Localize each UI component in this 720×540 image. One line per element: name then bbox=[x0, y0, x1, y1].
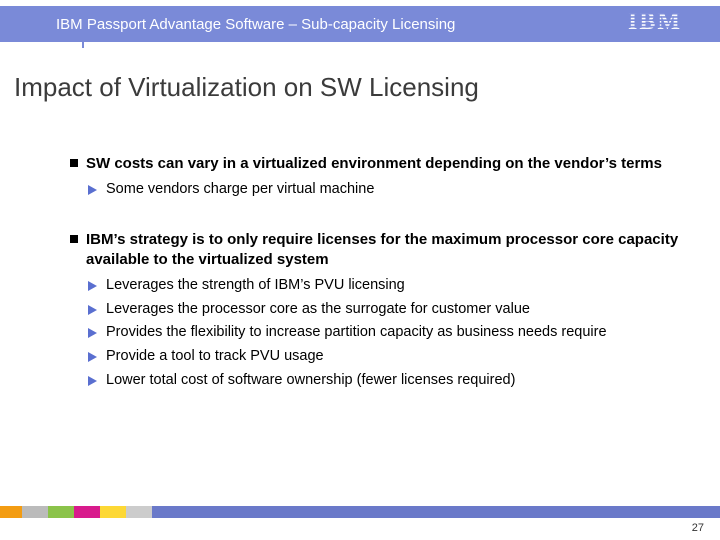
footer-stripe-segment bbox=[100, 506, 126, 518]
footer-stripe-segment bbox=[74, 506, 100, 518]
footer-stripe-segment bbox=[48, 506, 74, 518]
bullet-level2: Provides the flexibility to increase par… bbox=[70, 323, 680, 343]
slide: IBM Passport Advantage Software – Sub-ca… bbox=[0, 0, 720, 540]
header-text: IBM Passport Advantage Software – Sub-ca… bbox=[56, 16, 455, 33]
bullet-level2: Provide a tool to track PVU usage bbox=[70, 347, 680, 367]
content-area: SW costs can vary in a virtualized envir… bbox=[70, 154, 680, 394]
footer-stripe-segment bbox=[22, 506, 48, 518]
header-divider-tick bbox=[82, 40, 84, 48]
header-bar: IBM Passport Advantage Software – Sub-ca… bbox=[0, 6, 720, 42]
bullet-level1: IBM’s strategy is to only require licens… bbox=[70, 230, 680, 271]
ibm-logo-icon: IBM bbox=[628, 8, 692, 34]
svg-text:IBM: IBM bbox=[628, 9, 682, 34]
page-title: Impact of Virtualization on SW Licensing bbox=[14, 72, 479, 103]
footer-stripe-segment bbox=[0, 506, 22, 518]
footer-stripe-segment bbox=[126, 506, 152, 518]
bullet-level2: Some vendors charge per virtual machine bbox=[70, 180, 680, 200]
bullet-level2: Leverages the processor core as the surr… bbox=[70, 300, 680, 320]
bullet-level2: Lower total cost of software ownership (… bbox=[70, 371, 680, 391]
footer-stripe-segment bbox=[152, 506, 720, 518]
bullet-level2: Leverages the strength of IBM’s PVU lice… bbox=[70, 276, 680, 296]
spacer bbox=[70, 204, 680, 230]
bullet-level1: SW costs can vary in a virtualized envir… bbox=[70, 154, 680, 174]
footer-stripe bbox=[0, 506, 720, 518]
page-number: 27 bbox=[692, 522, 704, 534]
